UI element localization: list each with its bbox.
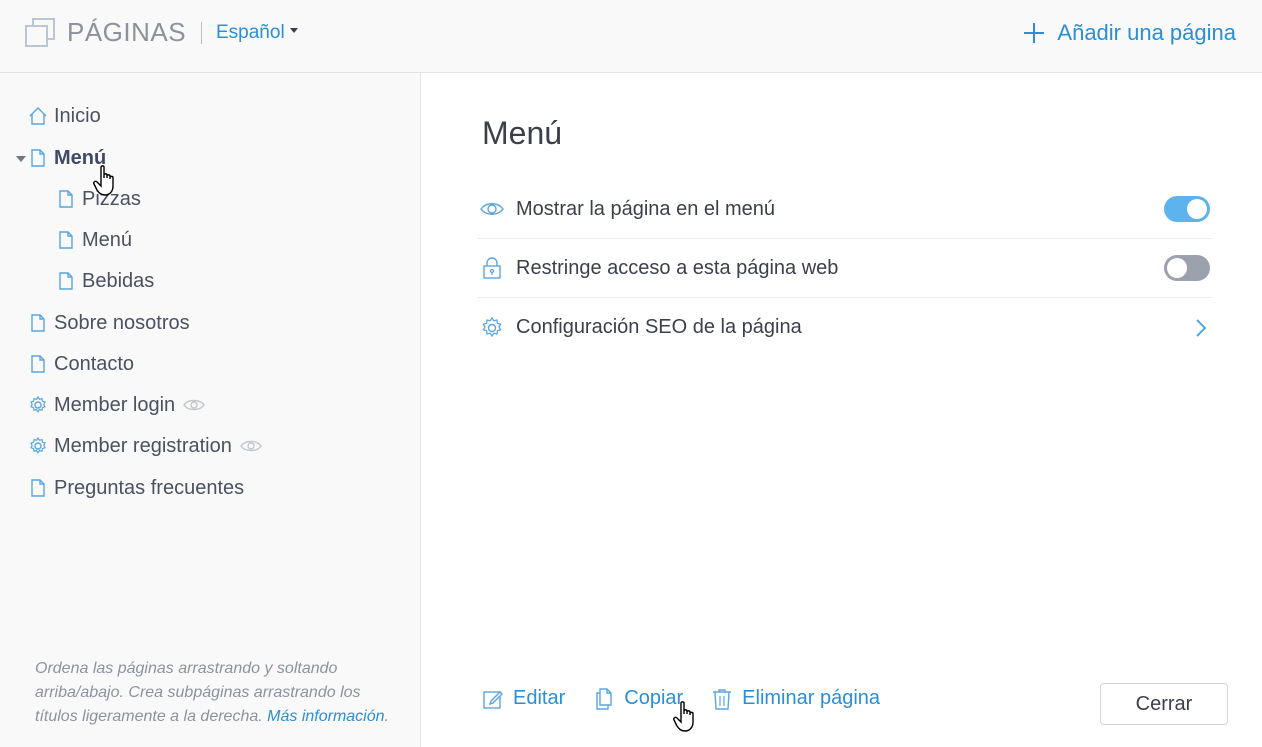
page-settings-panel: Menú Mostrar la página en el menú Restri… [422,73,1262,747]
page-icon [31,355,45,373]
page-icon [31,149,45,167]
edit-label: Editar [513,687,566,709]
restrict-access-toggle[interactable] [1164,255,1210,281]
page-icon [31,314,45,332]
page-title: Menú [482,115,563,151]
pages-logo-icon [25,18,55,47]
sidebar-item-label: Menú [82,228,133,251]
sidebar-item-menu[interactable]: Menú [28,143,106,173]
caret-down-icon [289,28,298,34]
show-in-menu-toggle[interactable] [1164,196,1210,222]
language-label: Español [216,22,285,43]
gear-icon [30,395,46,413]
edit-icon [483,690,503,709]
copy-icon [596,687,612,710]
toggle-knob [1167,258,1187,278]
sidebar-item-label: Member registration [54,434,232,457]
edit-button[interactable]: Editar [482,687,565,710]
delete-page-button[interactable]: Eliminar página [711,687,880,710]
setting-label: Mostrar la página en el menú [516,197,776,220]
sidebar-item-label: Inicio [54,104,101,127]
close-button[interactable]: Cerrar [1100,683,1228,725]
header-divider [201,22,202,44]
chevron-right-icon [1196,318,1207,337]
sidebar-item-label: Pizzas [82,187,141,210]
sidebar-item-bebidas[interactable]: Bebidas [56,266,154,296]
sidebar-item-label: Sobre nosotros [54,311,190,334]
sidebar-item-label: Preguntas frecuentes [54,476,245,499]
expand-caret-icon[interactable] [16,156,26,162]
delete-page-label: Eliminar página [742,687,881,709]
page-actions: Editar Copiar Eliminar página [482,687,908,710]
copy-button[interactable]: Copiar [593,687,683,710]
gear-icon [482,316,502,337]
add-page-label: Añadir una página [1057,20,1236,45]
plus-icon [1024,23,1045,43]
sidebar-item-preguntas-frecuentes[interactable]: Preguntas frecuentes [28,473,244,503]
eye-icon [480,203,504,215]
setting-seo[interactable]: Configuración SEO de la página [478,298,1212,357]
sidebar-item-member-registration[interactable]: Member registration [28,431,262,461]
sidebar-item-pizzas[interactable]: Pizzas [56,184,141,214]
sidebar-item-menu-sub[interactable]: Menú [56,225,132,255]
trash-icon [713,688,732,710]
setting-restrict-access: Restringe acceso a esta página web [478,239,1212,298]
help-text: Ordena las páginas arrastrando y soltand… [35,660,389,725]
toggle-knob [1187,199,1207,219]
help-more-info-link[interactable]: Más información [267,708,384,725]
sidebar-item-member-login[interactable]: Member login [28,390,206,420]
page-icon [59,272,73,290]
header-bar: PÁGINAS Español Añadir una página [0,0,1262,73]
sidebar-item-label: Bebidas [82,269,155,292]
add-page-button[interactable]: Añadir una página [1023,20,1236,46]
gear-icon [30,436,46,454]
page-icon [31,479,45,497]
hidden-eye-icon [240,440,262,452]
page-icon [59,231,73,249]
copy-label: Copiar [624,687,684,709]
setting-show-in-menu: Mostrar la página en el menú [478,180,1212,239]
sidebar-item-label: Menú [54,146,107,169]
sidebar-item-contacto[interactable]: Contacto [28,349,134,379]
sidebar-item-sobre-nosotros[interactable]: Sobre nosotros [28,308,190,338]
lock-icon [483,257,501,279]
setting-label: Restringe acceso a esta página web [516,256,839,279]
sidebar-item-inicio[interactable]: Inicio [28,101,101,131]
page-section-title: PÁGINAS [67,17,187,47]
home-icon [29,107,47,125]
page-icon [59,190,73,208]
hidden-eye-icon [183,399,206,411]
sidebar-item-label: Member login [54,393,176,416]
setting-label: Configuración SEO de la página [516,316,802,338]
pages-sidebar: Inicio Menú Pizzas Menú Bebidas Sobre no… [0,73,421,747]
language-selector[interactable]: Español [216,22,298,44]
sidebar-item-label: Contacto [54,352,135,375]
